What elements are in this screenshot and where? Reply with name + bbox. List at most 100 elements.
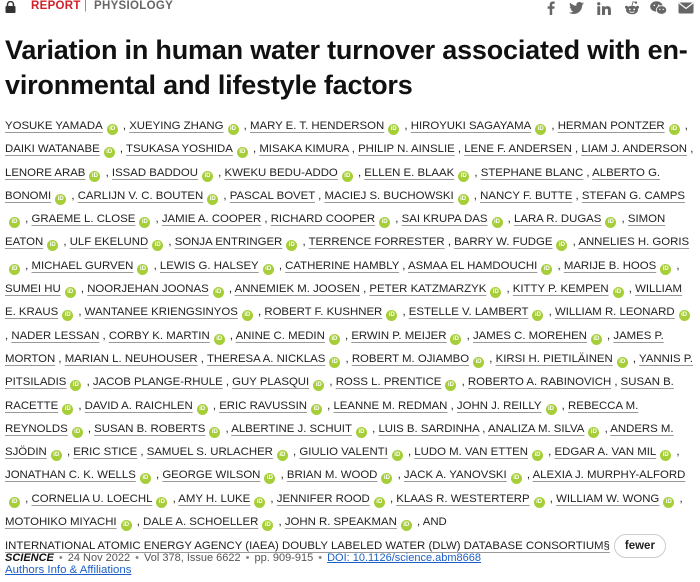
orcid-icon[interactable]: iD <box>241 310 253 322</box>
author-name[interactable]: JAMES C. MOREHEN <box>473 330 587 342</box>
author-name[interactable]: ALEXIA J. MURPHY-ALFORD <box>533 469 686 481</box>
author-name[interactable]: MARIAN L. NEUHOUSER <box>65 353 198 365</box>
author-name[interactable]: GUY PLASQUI <box>232 376 309 388</box>
orcid-icon[interactable]: iD <box>64 287 76 299</box>
author-name[interactable]: HERMAN PONTZER <box>558 120 665 132</box>
orcid-icon[interactable]: iD <box>663 496 675 508</box>
orcid-icon[interactable]: iD <box>213 333 225 345</box>
author-name[interactable]: YOSUKE YAMADA <box>5 120 103 132</box>
orcid-icon[interactable]: iD <box>386 310 398 322</box>
facebook-icon[interactable] <box>545 0 557 16</box>
orcid-icon[interactable]: iD <box>70 380 82 392</box>
author-name[interactable]: PETER KATZMARZYK <box>369 283 486 295</box>
author-name[interactable]: KLAAS R. WESTERTERP <box>396 493 529 505</box>
author-name[interactable]: STEFAN G. CAMPS <box>582 190 685 202</box>
author-name[interactable]: SONJA ENTRINGER <box>175 236 283 248</box>
author-name[interactable]: SUMEI HU <box>5 283 61 295</box>
author-name[interactable]: ROBERT M. OJIAMBO <box>352 353 469 365</box>
orcid-icon[interactable]: iD <box>556 240 568 252</box>
author-name[interactable]: DAVID A. RAICHLEN <box>85 400 193 412</box>
author-name[interactable]: ANINE C. MEDIN <box>236 330 325 342</box>
author-name[interactable]: LIAM J. ANDERSON <box>581 143 687 155</box>
orcid-icon[interactable]: iD <box>328 333 340 345</box>
orcid-icon[interactable]: iD <box>120 520 132 532</box>
orcid-icon[interactable]: iD <box>89 170 101 182</box>
orcid-icon[interactable]: iD <box>400 520 412 532</box>
orcid-icon[interactable]: iD <box>227 124 239 135</box>
orcid-icon[interactable]: iD <box>355 426 367 438</box>
author-name[interactable]: GIULIO VALENTI <box>299 446 387 458</box>
author-name[interactable]: MOTOHIKO MIYACHI <box>5 516 117 528</box>
author-name[interactable]: ALBERTINE J. SCHUIT <box>231 423 352 435</box>
orcid-icon[interactable]: iD <box>473 356 485 368</box>
orcid-icon[interactable]: iD <box>262 520 274 532</box>
orcid-icon[interactable]: iD <box>50 450 62 462</box>
author-name[interactable]: RICHARD COOPER <box>271 213 375 225</box>
orcid-icon[interactable]: iD <box>388 124 400 135</box>
orcid-icon[interactable]: iD <box>202 170 213 182</box>
author-name[interactable]: SAI KRUPA DAS <box>402 213 488 225</box>
orcid-icon[interactable]: iD <box>209 426 221 438</box>
author-name[interactable]: LENE F. ANDERSEN <box>464 143 572 155</box>
author-name[interactable]: PHILIP N. AINSLIE <box>358 143 455 155</box>
author-name[interactable]: JONATHAN C. K. WELLS <box>5 469 136 481</box>
author-name[interactable]: JOHN J. REILLY <box>457 400 542 412</box>
author-name[interactable]: LEWIS G. HALSEY <box>160 260 259 272</box>
fewer-button[interactable]: fewer <box>613 534 666 559</box>
orcid-icon[interactable]: iD <box>106 124 118 135</box>
author-name[interactable]: THERESA A. NICKLAS <box>207 353 325 365</box>
author-name[interactable]: KITTY P. KEMPEN <box>513 283 609 295</box>
orcid-icon[interactable]: iD <box>373 496 385 508</box>
author-name[interactable]: JACK A. YANOVSKI <box>404 469 507 481</box>
author-name[interactable]: KWEKU BEDU-ADDO <box>225 167 338 179</box>
author-name[interactable]: ERWIN P. MEIJER <box>351 330 446 342</box>
orcid-icon[interactable]: iD <box>264 473 276 485</box>
author-name[interactable]: NANCY F. BUTTE <box>480 190 572 202</box>
author-name[interactable]: XUEYING ZHANG <box>129 120 223 132</box>
orcid-icon[interactable]: iD <box>491 217 503 229</box>
author-name[interactable]: LUIS B. SARDINHA <box>378 423 479 435</box>
author-name[interactable]: JAMIE A. COOPER <box>162 213 261 225</box>
author-name[interactable]: CORBY K. MARTIN <box>109 330 210 342</box>
orcid-icon[interactable]: iD <box>541 263 553 275</box>
author-name[interactable]: NADER LESSAN <box>11 330 99 342</box>
author-name[interactable]: JACOB PLANGE-RHULE <box>93 376 223 388</box>
author-name[interactable]: ISSAD BADDOU <box>112 167 198 179</box>
author-name[interactable]: KIRSI H. PIETILÄINEN <box>496 353 613 365</box>
author-name[interactable]: STEPHANE BLANC <box>481 167 584 179</box>
author-name[interactable]: SUSAN B. ROBERTS <box>94 423 205 435</box>
author-name[interactable]: WANTANEE KRIENGSINYOS <box>85 306 238 318</box>
orcid-icon[interactable]: iD <box>532 450 544 462</box>
orcid-icon[interactable]: iD <box>533 496 545 508</box>
orcid-icon[interactable]: iD <box>535 124 547 135</box>
orcid-icon[interactable]: iD <box>9 217 20 229</box>
author-name[interactable]: LEANNE M. REDMAN <box>333 400 447 412</box>
orcid-icon[interactable]: iD <box>156 496 168 508</box>
orcid-icon[interactable]: iD <box>62 403 74 415</box>
orcid-icon[interactable]: iD <box>668 124 680 135</box>
author-name[interactable]: TERRENCE FORRESTER <box>309 236 445 248</box>
author-name[interactable]: BRIAN M. WOOD <box>287 469 378 481</box>
orcid-icon[interactable]: iD <box>458 170 470 182</box>
orcid-icon[interactable]: iD <box>276 450 288 462</box>
author-name[interactable]: MARY E. T. HENDERSON <box>250 120 384 132</box>
author-name[interactable]: ELLEN E. BLAAK <box>364 167 454 179</box>
author-name[interactable]: AMY H. LUKE <box>178 493 250 505</box>
orcid-icon[interactable]: iD <box>236 147 248 159</box>
orcid-icon[interactable]: iD <box>532 310 544 322</box>
orcid-icon[interactable]: iD <box>212 287 224 299</box>
author-name[interactable]: ROBERT F. KUSHNER <box>264 306 382 318</box>
orcid-icon[interactable]: iD <box>341 170 353 182</box>
consortium-link[interactable]: INTERNATIONAL ATOMIC ENERGY AGENCY (IAEA… <box>5 540 610 552</box>
orcid-icon[interactable]: iD <box>445 380 457 392</box>
author-name[interactable]: LENORE ARAB <box>5 167 85 179</box>
orcid-icon[interactable]: iD <box>590 333 602 345</box>
author-name[interactable]: SAMUEL S. URLACHER <box>147 446 273 458</box>
orcid-icon[interactable]: iD <box>62 310 74 322</box>
orcid-icon[interactable]: iD <box>47 240 59 252</box>
orcid-icon[interactable]: iD <box>616 356 628 368</box>
author-name[interactable]: MACIEJ S. BUCHOWSKI <box>325 190 454 202</box>
orcid-icon[interactable]: iD <box>103 147 115 159</box>
wechat-icon[interactable] <box>649 0 667 16</box>
orcid-icon[interactable]: iD <box>329 356 341 368</box>
